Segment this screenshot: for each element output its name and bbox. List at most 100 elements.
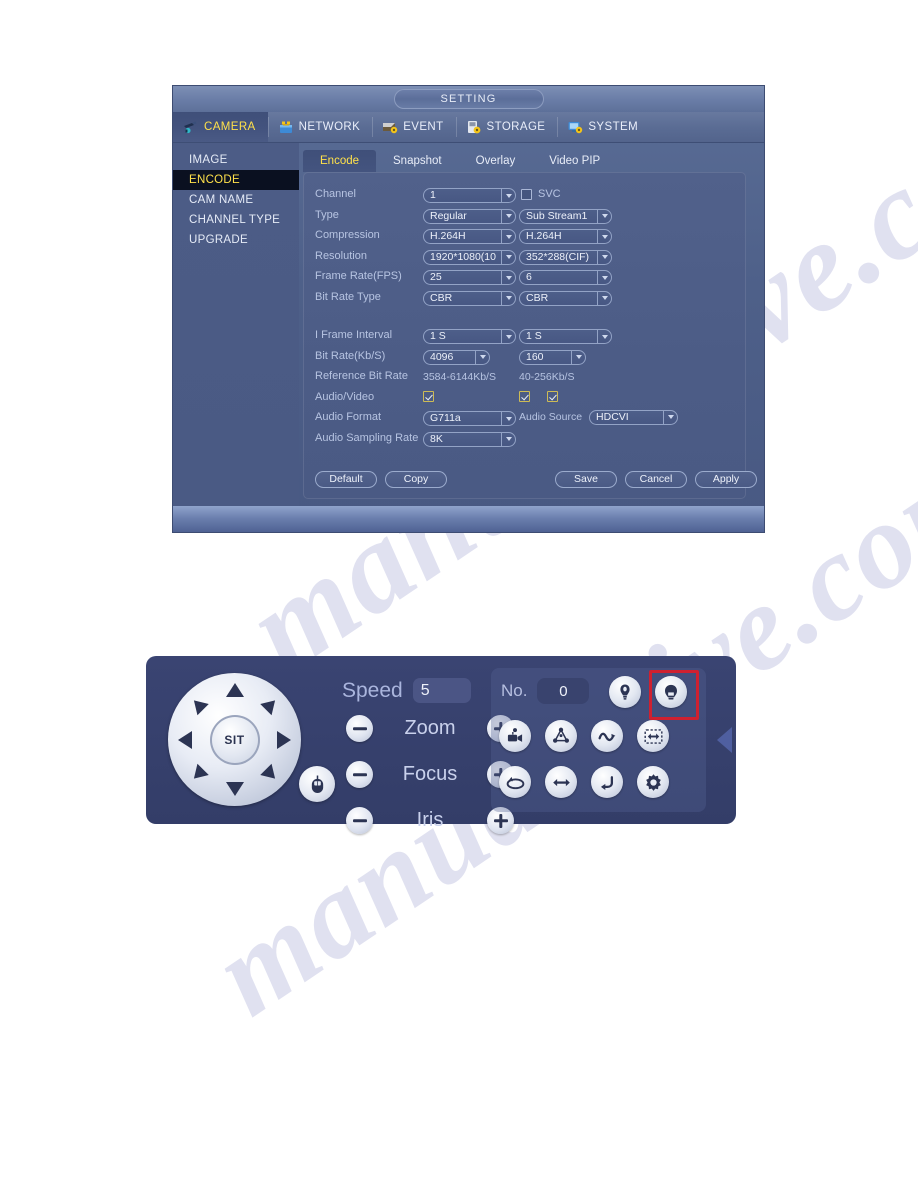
sidebar-item-image[interactable]: IMAGE — [173, 150, 299, 170]
rotate-loop-icon[interactable] — [499, 766, 531, 798]
iris-minus-button[interactable] — [346, 807, 373, 834]
speed-input[interactable]: 5 — [412, 678, 471, 703]
cancel-button[interactable]: Cancel — [625, 471, 687, 488]
arrow-right-icon[interactable] — [277, 730, 291, 749]
arrow-down-icon[interactable] — [225, 782, 244, 796]
type-main-value: Regular — [430, 209, 467, 222]
bit-rate-main-select[interactable]: 4096 — [423, 349, 490, 365]
flip-border-icon[interactable] — [637, 720, 669, 752]
event-icon — [382, 120, 398, 134]
frame-rate-sub-select[interactable]: 6 — [519, 270, 612, 286]
nav-tab-network[interactable]: NETWORK — [267, 112, 373, 142]
ptz-focus-row: Focus — [346, 761, 514, 788]
frame-rate-main-select[interactable]: 25 — [423, 270, 516, 286]
camera-icon — [183, 120, 199, 134]
aux-config-gear-icon[interactable] — [637, 766, 669, 798]
pattern-camera-icon[interactable] — [499, 720, 531, 752]
system-icon — [567, 120, 583, 134]
tab-video-pip[interactable]: Video PIP — [532, 150, 617, 172]
save-button[interactable]: Save — [555, 471, 617, 488]
cell-bit-rate-main: 4096 — [423, 347, 519, 365]
chevron-down-icon[interactable] — [597, 249, 612, 265]
autoscan-icon[interactable] — [545, 720, 577, 752]
arrow-down-right-icon[interactable] — [260, 763, 281, 785]
resolution-sub-select[interactable]: 352*288(CIF) — [519, 249, 612, 265]
reset-return-icon[interactable] — [591, 766, 623, 798]
resolution-main-select[interactable]: 1920*1080(10 — [423, 249, 516, 265]
i-frame-sub-select[interactable]: 1 S — [519, 329, 612, 345]
cell-audio-sampling-rate: 8K — [423, 429, 516, 447]
bit-rate-type-sub-select[interactable]: CBR — [519, 290, 612, 306]
zoom-minus-button[interactable] — [346, 715, 373, 742]
no-input[interactable]: 0 — [537, 678, 590, 704]
chevron-down-icon[interactable] — [571, 349, 586, 365]
audio-video-sub-checkbox-2[interactable] — [547, 391, 559, 403]
sidebar-item-upgrade[interactable]: UPGRADE — [173, 230, 299, 250]
arrow-up-left-icon[interactable] — [188, 694, 209, 716]
nav-tab-camera[interactable]: CAMERA — [173, 112, 268, 142]
ptz-no-row: No. 0 — [501, 678, 590, 704]
label-type: Type — [315, 208, 339, 221]
compression-sub-select[interactable]: H.264H — [519, 229, 612, 245]
arrow-down-left-icon[interactable] — [188, 763, 209, 785]
audio-source-select[interactable]: HDCVI — [589, 409, 679, 425]
bit-rate-sub-select[interactable]: 160 — [519, 349, 586, 365]
chevron-down-icon[interactable] — [597, 290, 612, 306]
apply-button[interactable]: Apply — [695, 471, 757, 488]
type-sub-select[interactable]: Sub Stream1 — [519, 208, 612, 224]
arrow-up-icon[interactable] — [225, 683, 244, 697]
speed-label: Speed — [342, 678, 403, 702]
chevron-down-icon[interactable] — [597, 329, 612, 345]
audio-video-sub-checkbox-1[interactable] — [519, 391, 530, 403]
sidebar-item-encode[interactable]: ENCODE — [173, 170, 299, 190]
collapse-left-arrow-icon[interactable] — [717, 727, 732, 753]
channel-select[interactable]: 1 — [423, 188, 516, 204]
row-resolution: Resolution 1920*1080(10 352*288(CIF) — [303, 246, 746, 267]
chevron-down-icon[interactable] — [501, 431, 516, 447]
chevron-down-icon[interactable] — [597, 229, 612, 245]
nav-tab-system[interactable]: SYSTEM — [557, 112, 650, 142]
dialog-body: IMAGE ENCODE CAM NAME CHANNEL TYPE UPGRA… — [173, 143, 764, 508]
type-main-select[interactable]: Regular — [423, 208, 516, 224]
arrow-up-right-icon[interactable] — [260, 694, 281, 716]
chevron-down-icon[interactable] — [475, 349, 490, 365]
sidebar-item-cam-name[interactable]: CAM NAME — [173, 190, 299, 210]
chevron-down-icon[interactable] — [597, 208, 612, 224]
chevron-down-icon[interactable] — [501, 229, 516, 245]
chevron-down-icon[interactable] — [597, 270, 612, 286]
sidebar-item-channel-type[interactable]: CHANNEL TYPE — [173, 210, 299, 230]
frame-rate-main-value: 25 — [430, 271, 442, 284]
chevron-down-icon[interactable] — [501, 270, 516, 286]
copy-button[interactable]: Copy — [385, 471, 447, 488]
focus-minus-button[interactable] — [346, 761, 373, 788]
arrow-left-icon[interactable] — [178, 730, 192, 749]
nav-tab-event[interactable]: EVENT — [372, 112, 455, 142]
ptz-center-sit-button[interactable]: SIT — [209, 714, 260, 765]
chevron-down-icon[interactable] — [501, 249, 516, 265]
audio-format-select[interactable]: G711a — [423, 411, 516, 427]
tab-overlay[interactable]: Overlay — [459, 150, 533, 172]
chevron-down-icon[interactable] — [501, 329, 516, 345]
chevron-down-icon[interactable] — [501, 290, 516, 306]
compression-main-select[interactable]: H.264H — [423, 229, 516, 245]
tab-encode[interactable]: Encode — [303, 150, 377, 172]
default-button[interactable]: Default — [315, 471, 377, 488]
nav-tab-storage[interactable]: STORAGE — [455, 112, 558, 142]
audio-video-main-checkbox[interactable] — [423, 391, 434, 403]
cell-reference-main: 3584-6144Kb/S — [423, 367, 519, 385]
pan-arrows-icon[interactable] — [545, 766, 577, 798]
chevron-down-icon[interactable] — [501, 188, 516, 204]
chevron-down-icon[interactable] — [501, 411, 516, 427]
chevron-down-icon[interactable] — [663, 409, 678, 425]
cell-reference-sub: 40-256Kb/S — [519, 367, 615, 385]
ptz-direction-pad[interactable]: SIT — [168, 673, 301, 806]
preset-icon[interactable] — [609, 676, 641, 708]
mouse-icon[interactable] — [299, 766, 335, 802]
dialog-footer — [173, 506, 764, 532]
bit-rate-type-main-select[interactable]: CBR — [423, 290, 516, 306]
autopan-wave-icon[interactable] — [591, 720, 623, 752]
audio-sampling-rate-select[interactable]: 8K — [423, 431, 516, 447]
tab-snapshot[interactable]: Snapshot — [376, 150, 459, 172]
i-frame-main-select[interactable]: 1 S — [423, 329, 516, 345]
chevron-down-icon[interactable] — [501, 208, 516, 224]
